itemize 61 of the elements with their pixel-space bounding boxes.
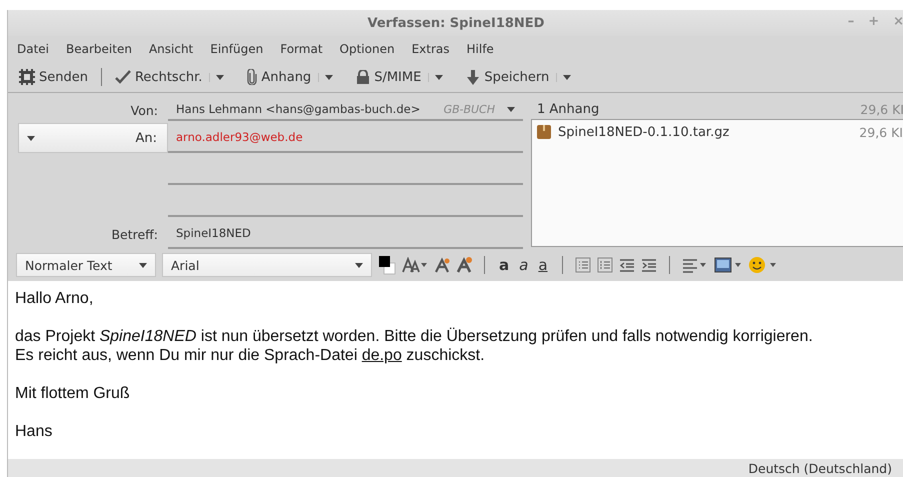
menu-item[interactable]: Format — [280, 42, 323, 56]
paragraph-style-dropdown[interactable]: Normaler Text — [16, 253, 156, 277]
menu-item[interactable]: Datei — [17, 42, 50, 56]
bulleted-list-icon[interactable] — [574, 257, 591, 273]
attach-button[interactable]: Anhang — [244, 67, 314, 87]
text-smaller-icon[interactable] — [434, 257, 450, 273]
lock-button[interactable]: S/MIME — [353, 68, 424, 86]
numbered-list-icon[interactable] — [596, 257, 613, 273]
recipient-field[interactable]: arno.adler93@web.de — [168, 123, 523, 153]
body-text: Hallo Arno, — [15, 289, 94, 308]
file-link[interactable]: de.po — [362, 347, 402, 364]
paperclip-icon — [247, 69, 258, 85]
sender-field[interactable]: Hans Lehmann <hans@gambas-buch.de> GB-BUCH — [168, 99, 523, 121]
window-title: Verfassen: SpineI18NED — [368, 16, 544, 30]
package-icon — [536, 124, 552, 140]
body-text: Hans — [15, 422, 54, 441]
caret-icon — [355, 262, 363, 268]
text-larger-icon[interactable] — [456, 257, 472, 273]
body-paragraph: das Projekt SpineI18NED ist nun übersetzt worden. Bitte die Übersetzung prüfen und falls notwendig korrigieren. Es reicht aus, wenn Du mir nur die Sprach-Datei de.po zuschickst. — [15, 327, 814, 365]
recipient-type-dropdown[interactable]: An: — [18, 123, 168, 153]
field-label: Betreff: — [110, 226, 159, 242]
menu-item[interactable]: Bearbeiten — [66, 42, 132, 56]
body-text: Mit flottem Gruß — [15, 384, 131, 403]
spell-button[interactable]: Rechtschr. — [112, 68, 206, 86]
smiley-icon[interactable] — [748, 256, 778, 274]
subject-field[interactable]: SpineI18NED — [168, 219, 523, 249]
field-label: Von: — [130, 102, 159, 118]
menu-item[interactable]: Ansicht — [148, 42, 194, 56]
caret-icon — [507, 106, 515, 112]
attachments-size: 29,6 KI — [860, 102, 903, 116]
caret-icon — [325, 74, 334, 80]
checkmark-icon — [114, 70, 131, 84]
caret-icon — [216, 74, 224, 80]
font-dropdown[interactable]: Arial — [162, 253, 372, 277]
menu-item[interactable]: Extras — [412, 42, 450, 56]
menu-item[interactable]: Optionen — [340, 42, 395, 56]
caret-icon — [27, 136, 35, 140]
align-icon[interactable] — [682, 257, 708, 273]
outdent-icon[interactable] — [618, 257, 635, 273]
italic-button[interactable]: a — [517, 256, 530, 274]
identity-label: GB-BUCH — [444, 102, 495, 116]
color-picker-icon[interactable] — [378, 255, 396, 275]
underline-button[interactable]: a — [536, 256, 550, 274]
caret-icon — [139, 262, 147, 268]
image-icon[interactable] — [714, 257, 742, 273]
indent-icon[interactable] — [640, 257, 657, 273]
language-status[interactable]: Deutsch (Deutschland) — [748, 460, 892, 476]
lock-icon — [356, 70, 370, 84]
send-button[interactable]: Senden — [16, 67, 91, 87]
menu-item[interactable]: Hilfe — [466, 42, 494, 56]
menu-item[interactable]: Einfügen — [210, 42, 264, 56]
bold-button[interactable]: a — [497, 256, 512, 274]
down-arrow-icon — [466, 70, 480, 84]
font-size-icon[interactable] — [402, 257, 428, 273]
message-body[interactable] — [8, 281, 903, 459]
caret-icon — [563, 74, 572, 80]
attachments-title: 1 Anhang — [537, 102, 600, 116]
save-button[interactable]: Speichern — [463, 68, 552, 86]
caret-icon — [435, 74, 444, 80]
attachment-name[interactable]: SpineI18NED-0.1.10.tar.gz — [558, 124, 730, 140]
attachment-size: 29,6 KI — [859, 124, 903, 140]
